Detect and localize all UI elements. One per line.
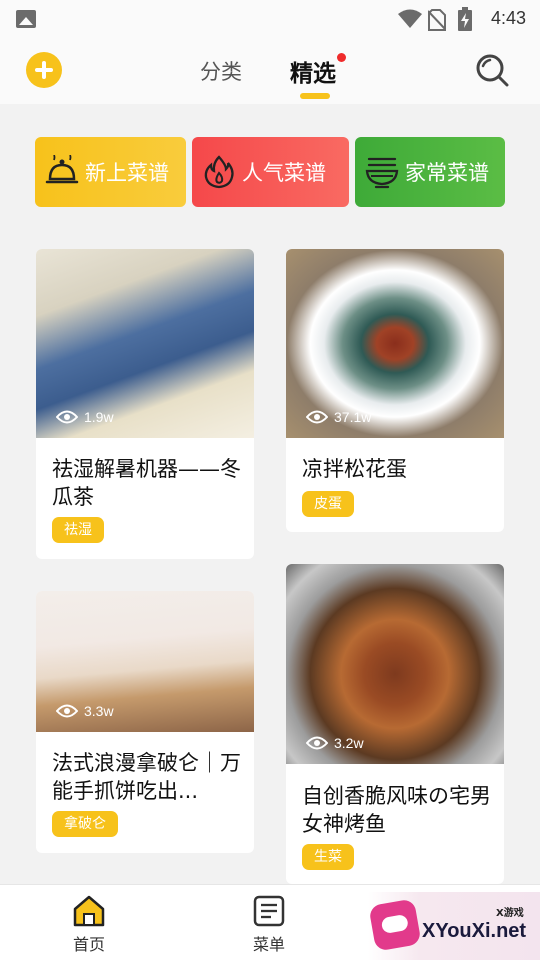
chip-new-label: 新上菜谱 [85,161,169,185]
search-icon[interactable] [474,52,510,88]
home-icon [73,895,105,927]
eye-icon [306,736,328,750]
view-count-text: 3.2w [334,735,364,751]
tab-menu-label: 菜单 [252,935,285,954]
view-count-text: 3.3w [84,703,114,719]
flame-icon [204,155,234,189]
watermark-text: XYouXi.net [422,920,527,942]
eye-icon [306,410,328,424]
recipe-tag[interactable]: 生菜 [302,844,354,870]
watermark-logo [368,898,422,952]
recipe-title: 凉拌松花蛋 [302,457,407,481]
recipe-title: 自创香脆风味の宅男女神烤鱼 [302,784,491,836]
menu-list-icon [253,895,285,927]
wifi-icon [398,9,422,28]
tab-home-label: 首页 [72,935,105,954]
battery-charging-icon [458,7,472,31]
chip-new-recipes[interactable]: 新上菜谱 [35,137,186,207]
recipe-photo [286,564,504,764]
recipe-title: 法式浪漫拿破仑｜万能手抓饼吃出... [52,751,241,803]
recipe-card[interactable]: 37.1w 凉拌松花蛋 皮蛋 [286,249,504,532]
status-bar: 4:43 [0,0,540,40]
recipe-card[interactable]: 3.2w 自创香脆风味の宅男女神烤鱼 生菜 [286,564,504,884]
tab-category[interactable]: 分类 [200,56,242,86]
chip-home-label: 家常菜谱 [405,161,489,185]
chip-popular-recipes[interactable]: 人气菜谱 [192,137,349,207]
eye-icon [56,410,78,424]
view-count-text: 37.1w [334,409,372,425]
view-count: 1.9w [56,409,114,425]
recipe-card[interactable]: 3.3w 法式浪漫拿破仑｜万能手抓饼吃出... 拿破仑 [36,591,254,853]
view-count: 3.3w [56,703,114,719]
gallery-notification-icon [16,10,36,28]
no-sim-icon [428,9,446,31]
bowl-icon [365,157,399,189]
active-tab-indicator [300,93,330,99]
top-bar: 分类 精选 [0,40,540,104]
chip-popular-label: 人气菜谱 [242,161,326,185]
tab-menu[interactable]: 菜单 [224,895,314,955]
view-count: 37.1w [306,409,371,425]
recipe-tag[interactable]: 皮蛋 [302,491,354,517]
recipe-card[interactable]: 1.9w 祛湿解暑机器——冬瓜茶 祛湿 [36,249,254,559]
view-count: 3.2w [306,735,364,751]
recipe-tag[interactable]: 祛湿 [52,517,104,543]
category-chips: 新上菜谱 人气菜谱 家常菜谱 [35,137,505,207]
add-button[interactable] [26,52,62,88]
eye-icon [56,704,78,718]
watermark-small-text: X游戏 [496,908,524,919]
recipe-title: 祛湿解暑机器——冬瓜茶 [52,457,241,509]
view-count-text: 1.9w [84,409,114,425]
chip-home-recipes[interactable]: 家常菜谱 [355,137,505,207]
recipe-tag[interactable]: 拿破仑 [52,811,118,837]
notification-dot [337,53,346,62]
serving-cloche-icon [45,155,79,184]
clock-time: 4:43 [490,8,526,28]
tab-home[interactable]: 首页 [44,895,134,955]
tab-featured[interactable]: 精选 [290,54,336,88]
